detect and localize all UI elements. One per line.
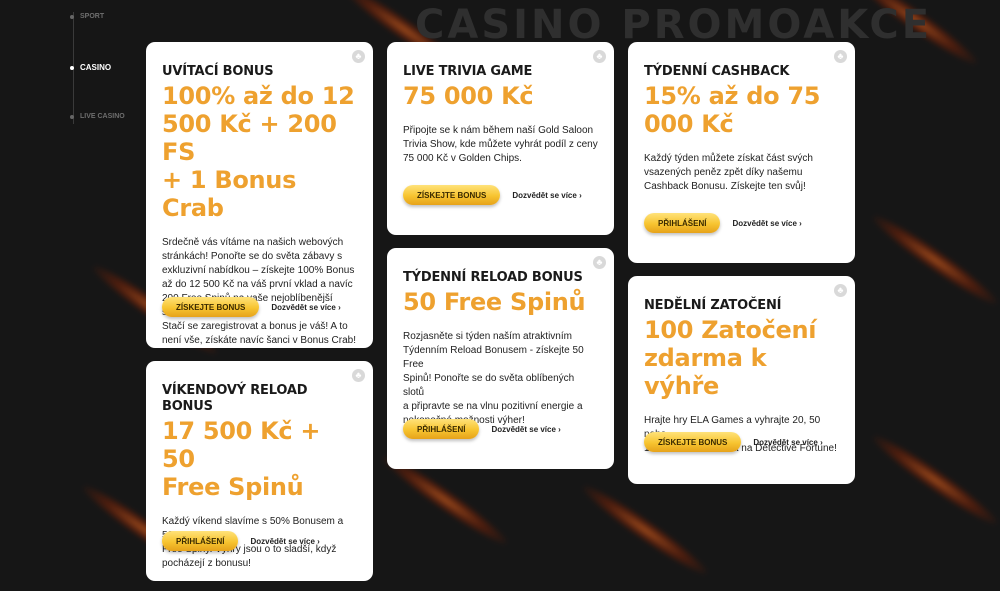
headline-line: 000 Kč	[644, 110, 734, 138]
get-bonus-button[interactable]: ZÍSKEJTE BONUS	[644, 432, 742, 452]
headline-line: 17 500 Kč + 50	[162, 417, 321, 473]
headline-line: 100% až do 12	[162, 82, 355, 110]
desc-line: není vše, získáte navíc šanci v Bonus Cr…	[162, 335, 356, 346]
desc-line: 75 000 Kč v Golden Chips.	[403, 153, 522, 164]
desc-line: vsazených peněz zpět díky našemu	[644, 167, 803, 178]
club-icon: ♣	[352, 369, 365, 382]
chevron-right-icon: ›	[579, 190, 582, 200]
headline-line: 100 Zatočení	[644, 316, 817, 344]
card-label: TÝDENNÍ CASHBACK	[644, 64, 790, 79]
desc-line: stránkách! Ponořte se do světa zábavy s	[162, 251, 343, 262]
promo-card-sunday-spins: ♣ NEDĚLNÍ ZATOČENÍ 100 Zatočení zdarma k…	[628, 276, 855, 484]
learn-more-label: Dozvědět se více	[732, 218, 797, 228]
chevron-right-icon: ›	[820, 437, 823, 447]
desc-line: Týdenním Reload Bonusem - získejte 50 Fr…	[403, 345, 584, 370]
desc-line: Cashback Bonusu. Získejte ten svůj!	[644, 181, 806, 192]
card-label: LIVE TRIVIA GAME	[403, 64, 533, 79]
club-icon: ♣	[593, 256, 606, 269]
login-button[interactable]: PŘIHLÁŠENÍ	[644, 213, 721, 233]
nav-dot-icon	[70, 65, 74, 70]
bg-light-streak	[867, 428, 1000, 532]
promo-card-welcome-bonus: ♣ UVÍTACÍ BONUS 100% až do 12 500 Kč + 2…	[146, 42, 373, 348]
learn-more-link[interactable]: Dozvědět se více ›	[512, 191, 581, 200]
card-headline: 17 500 Kč + 50 Free Spinů	[162, 417, 357, 501]
card-label: TÝDENNÍ RELOAD BONUS	[403, 270, 583, 285]
promo-card-weekend-reload: ♣ VÍKENDOVÝ RELOAD BONUS 17 500 Kč + 50 …	[146, 361, 373, 581]
learn-more-link[interactable]: Dozvědět se více ›	[491, 425, 560, 434]
get-bonus-button[interactable]: ZÍSKEJTE BONUS	[162, 297, 260, 317]
promo-card-weekly-reload: ♣ TÝDENNÍ RELOAD BONUS 50 Free Spinů Roz…	[387, 248, 614, 469]
headline-line: 75 000 Kč	[403, 82, 534, 110]
nav-label: LIVE CASINO	[80, 113, 125, 120]
desc-line: Stačí se zaregistrovat a bonus je váš! A…	[162, 321, 348, 332]
nav-label: CASINO	[80, 63, 112, 72]
card-label: UVÍTACÍ BONUS	[162, 64, 274, 79]
nav-label: SPORT	[80, 13, 105, 20]
desc-line: a připravte se na vlnu pozitivní energie…	[403, 401, 583, 412]
card-label: NEDĚLNÍ ZATOČENÍ	[644, 298, 782, 313]
card-headline: 75 000 Kč	[403, 82, 598, 110]
login-button[interactable]: PŘIHLÁŠENÍ	[403, 419, 480, 439]
card-description: Srdečně vás vítáme na našich webových st…	[162, 236, 357, 348]
side-navigation: SPORT CASINO LIVE CASINO	[60, 0, 140, 140]
chevron-right-icon: ›	[799, 218, 802, 228]
headline-line: zdarma k výhře	[644, 344, 767, 400]
card-description: Rozjasněte si týden naším atraktivním Tý…	[403, 330, 598, 428]
login-button[interactable]: PŘIHLÁŠENÍ	[162, 531, 239, 551]
card-actions: PŘIHLÁŠENÍ Dozvědět se více ›	[403, 419, 561, 439]
card-actions: ZÍSKEJTE BONUS Dozvědět se více ›	[644, 432, 823, 452]
learn-more-label: Dozvědět se více	[250, 536, 315, 546]
learn-more-link[interactable]: Dozvědět se více ›	[732, 219, 801, 228]
card-actions: ZÍSKEJTE BONUS Dozvědět se více ›	[162, 297, 341, 317]
promo-card-live-trivia: ♣ LIVE TRIVIA GAME 75 000 Kč Připojte se…	[387, 42, 614, 235]
learn-more-label: Dozvědět se více	[753, 437, 818, 447]
club-icon: ♣	[834, 50, 847, 63]
desc-line: exkluzivní nabídkou – získejte 100% Bonu…	[162, 265, 355, 276]
club-icon: ♣	[352, 50, 365, 63]
learn-more-label: Dozvědět se více	[512, 190, 577, 200]
desc-line: Trivia Show, kde můžete vyhrát podíl z c…	[403, 139, 598, 150]
chevron-right-icon: ›	[558, 424, 561, 434]
headline-line: + 1 Bonus Crab	[162, 166, 297, 222]
desc-line: pocházejí z bonusu!	[162, 558, 251, 569]
learn-more-link[interactable]: Dozvědět se více ›	[753, 438, 822, 447]
learn-more-link[interactable]: Dozvědět se více ›	[271, 303, 340, 312]
desc-line: Rozjasněte si týden naším atraktivním	[403, 331, 572, 342]
nav-item-live-casino[interactable]: LIVE CASINO	[70, 113, 125, 120]
desc-line: až do 12 500 Kč na váš první vklad a nav…	[162, 279, 353, 290]
nav-item-sport[interactable]: SPORT	[70, 13, 104, 20]
card-headline: 100% až do 12 500 Kč + 200 FS + 1 Bonus …	[162, 82, 357, 222]
learn-more-label: Dozvědět se více	[271, 302, 336, 312]
learn-more-label: Dozvědět se více	[491, 424, 556, 434]
learn-more-link[interactable]: Dozvědět se více ›	[250, 537, 319, 546]
desc-line: Připojte se k nám během naší Gold Saloon	[403, 125, 594, 136]
bg-light-streak	[867, 208, 1000, 312]
headline-line: 500 Kč + 200 FS	[162, 110, 337, 166]
headline-line: 15% až do 75	[644, 82, 821, 110]
desc-line: Spinů! Ponořte se do světa oblíbených sl…	[403, 373, 575, 398]
card-headline: 15% až do 75 000 Kč	[644, 82, 839, 138]
get-bonus-button[interactable]: ZÍSKEJTE BONUS	[403, 185, 501, 205]
card-description: Každý týden můžete získat část svých vsa…	[644, 152, 839, 194]
desc-line: Srdečně vás vítáme na našich webových	[162, 237, 344, 248]
club-icon: ♣	[834, 284, 847, 297]
desc-line: Každý týden můžete získat část svých	[644, 153, 813, 164]
chevron-right-icon: ›	[338, 302, 341, 312]
nav-dot-icon	[70, 14, 74, 19]
club-icon: ♣	[593, 50, 606, 63]
card-description: Připojte se k nám během naší Gold Saloon…	[403, 124, 598, 166]
promo-card-weekly-cashback: ♣ TÝDENNÍ CASHBACK 15% až do 75 000 Kč K…	[628, 42, 855, 263]
nav-dot-icon	[70, 114, 74, 119]
card-headline: 100 Zatočení zdarma k výhře	[644, 316, 839, 400]
headline-line: Free Spinů	[162, 473, 304, 501]
card-label: VÍKENDOVÝ RELOAD BONUS	[162, 383, 308, 414]
card-actions: PŘIHLÁŠENÍ Dozvědět se více ›	[644, 213, 802, 233]
chevron-right-icon: ›	[317, 536, 320, 546]
card-headline: 50 Free Spinů	[403, 288, 598, 316]
card-actions: PŘIHLÁŠENÍ Dozvědět se více ›	[162, 531, 320, 551]
bg-light-streak	[577, 478, 713, 582]
nav-item-casino[interactable]: CASINO	[70, 63, 111, 72]
card-actions: ZÍSKEJTE BONUS Dozvědět se více ›	[403, 185, 582, 205]
headline-line: 50 Free Spinů	[403, 288, 586, 316]
